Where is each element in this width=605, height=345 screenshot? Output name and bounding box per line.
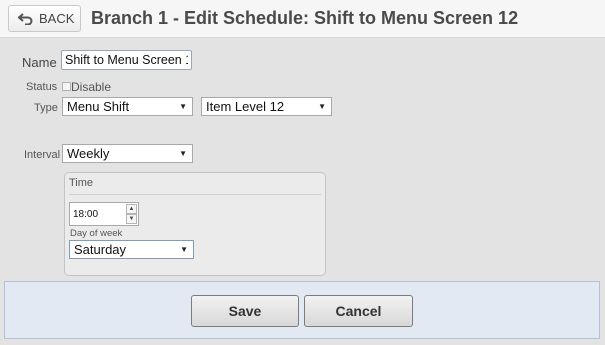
status-label: Status [26, 81, 58, 93]
back-arrow-icon [18, 12, 33, 25]
time-group-divider [69, 194, 321, 195]
type-select-value: Menu Shift [67, 99, 130, 114]
page-title: Branch 1 - Edit Schedule: Shift to Menu … [91, 8, 519, 28]
save-button[interactable]: Save [191, 295, 299, 327]
disable-checkbox[interactable] [62, 82, 71, 91]
disable-label: Disable [71, 80, 112, 94]
cancel-button[interactable]: Cancel [304, 295, 413, 327]
type-label: Type [34, 102, 58, 114]
chevron-down-icon[interactable]: ▼ [126, 214, 137, 224]
interval-label: Interval [24, 149, 61, 161]
time-spinner[interactable]: 18:00 ▲ ▼ [69, 202, 139, 226]
day-of-week-label: Day of week [70, 228, 123, 239]
chevron-down-icon: ▼ [179, 149, 187, 158]
item-level-select[interactable]: Item Level 12 ▼ [201, 97, 332, 116]
back-label: BACK [39, 11, 75, 26]
time-legend: Time [69, 177, 94, 189]
interval-select[interactable]: Weekly ▼ [62, 144, 193, 163]
chevron-down-icon: ▼ [180, 245, 188, 254]
name-label: Name [22, 55, 57, 70]
day-of-week-value: Saturday [74, 242, 127, 257]
day-of-week-select[interactable]: Saturday ▼ [69, 240, 194, 259]
type-select[interactable]: Menu Shift ▼ [62, 97, 193, 116]
item-level-value: Item Level 12 [206, 99, 285, 114]
name-input[interactable] [61, 50, 192, 70]
header-bar: BACK Branch 1 - Edit Schedule: Shift to … [0, 0, 605, 38]
chevron-up-icon[interactable]: ▲ [126, 204, 137, 214]
interval-value: Weekly [67, 146, 110, 161]
chevron-down-icon: ▼ [179, 102, 187, 111]
action-bar: Save Cancel [4, 281, 600, 339]
time-value: 18:00 [73, 209, 99, 220]
chevron-down-icon: ▼ [318, 102, 326, 111]
back-button[interactable]: BACK [8, 5, 81, 32]
